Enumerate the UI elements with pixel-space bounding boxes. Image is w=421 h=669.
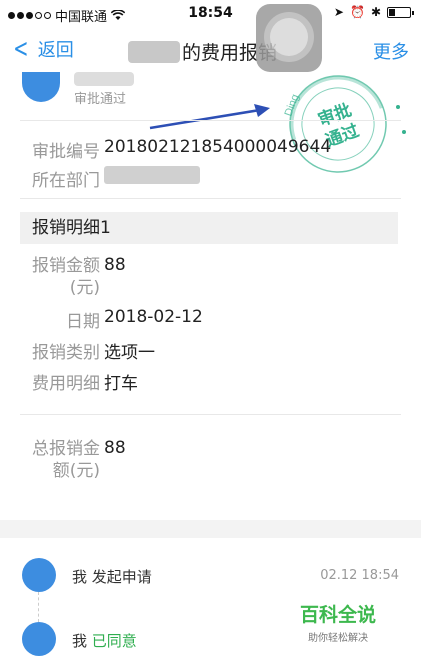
category-value: 选项一 xyxy=(104,343,155,363)
bluetooth-icon: ✱ xyxy=(370,5,381,19)
approval-number-label: 审批编号 xyxy=(32,142,100,162)
divider xyxy=(20,198,401,199)
expense-detail-row: 费用明细 打车 xyxy=(22,369,138,394)
page-title: 的费用报销 xyxy=(128,38,277,65)
watermark-title: 百科全说 xyxy=(300,604,377,626)
amount-label: 报销金额 xyxy=(32,256,100,276)
amount-row: 报销金额 (元) 88 xyxy=(22,255,126,299)
approved-stamp: Ding 审批 通过 xyxy=(276,72,411,182)
location-icon: ➤ xyxy=(333,5,344,19)
stamp-ring-text: Ding xyxy=(283,93,302,118)
chevron-left-icon: < xyxy=(13,34,29,64)
department-label: 所在部门 xyxy=(32,171,100,191)
category-row: 报销类别 选项一 xyxy=(22,338,155,363)
back-button[interactable]: < 返回 xyxy=(10,36,74,62)
avatar xyxy=(22,622,56,656)
battery-icon xyxy=(387,6,414,18)
total-value: 88 xyxy=(104,438,126,458)
status-bar: 中国联通 18:54 ➤ ⏰ ✱ xyxy=(0,0,421,28)
avatar xyxy=(22,558,56,592)
navigation-bar: < 返回 的费用报销 更多 xyxy=(0,28,421,72)
timeline-time: 02.12 18:54 xyxy=(320,568,399,583)
back-label: 返回 xyxy=(37,40,74,61)
approval-status: 审批通过 xyxy=(74,92,127,107)
total-label: 总报销金 xyxy=(32,439,100,459)
assistive-touch-button[interactable] xyxy=(256,4,322,72)
total-unit-label: 额(元) xyxy=(52,461,100,481)
timeline-item-submit: 我 发起申请 xyxy=(72,568,152,586)
total-row: 总报销金 额(元) 88 xyxy=(22,438,126,482)
redacted-name xyxy=(128,41,180,63)
redacted-department xyxy=(104,166,200,191)
status-icons: ➤ ⏰ ✱ xyxy=(333,5,414,19)
timeline-connector xyxy=(38,592,39,622)
amount-value: 88 xyxy=(104,255,126,275)
more-button[interactable]: 更多 xyxy=(373,38,409,64)
section-header: 报销明细1 xyxy=(20,212,398,244)
expense-detail-value: 打车 xyxy=(104,374,138,394)
watermark: 百科全说 助你轻松解决 xyxy=(300,600,376,644)
expense-detail-label: 费用明细 xyxy=(32,374,100,394)
approval-number-value: 201802121854000049644 xyxy=(104,137,332,157)
section-separator xyxy=(0,520,421,538)
department-row: 所在部门 xyxy=(22,166,200,191)
date-row: 日期 2018-02-12 xyxy=(22,307,203,332)
watermark-subtitle: 助你轻松解决 xyxy=(308,633,368,644)
timeline-item-approve: 我 已同意 xyxy=(72,632,137,650)
avatar xyxy=(22,72,60,102)
amount-unit-label: (元) xyxy=(69,278,100,298)
category-label: 报销类别 xyxy=(32,343,100,363)
alarm-icon: ⏰ xyxy=(349,5,365,19)
redacted-applicant-name xyxy=(74,72,134,86)
date-label: 日期 xyxy=(66,312,100,332)
divider xyxy=(20,414,401,415)
approval-number-row: 审批编号 201802121854000049644 xyxy=(22,137,331,162)
date-value: 2018-02-12 xyxy=(104,307,203,327)
annotation-arrow xyxy=(149,104,270,130)
divider xyxy=(20,120,401,121)
